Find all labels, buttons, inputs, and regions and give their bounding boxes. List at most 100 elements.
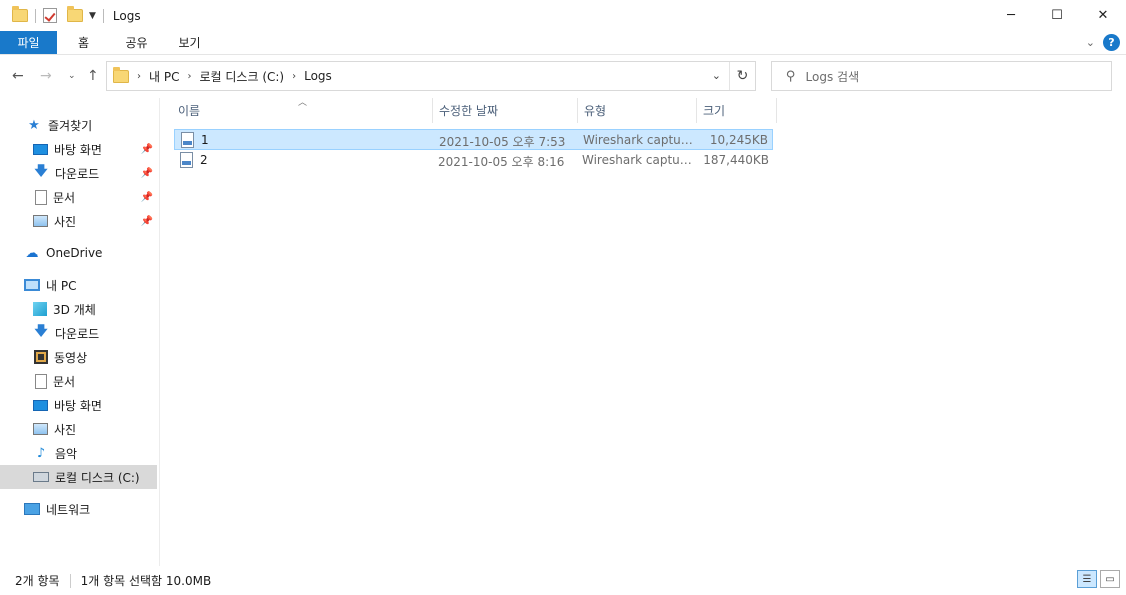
column-header-modified[interactable]: 수정한 날짜 (433, 98, 577, 123)
sidebar-item-pictures-pinned[interactable]: 사진 📌 (0, 209, 157, 233)
breadcrumb-separator-icon[interactable]: › (137, 71, 141, 82)
pin-icon: 📌 (140, 215, 153, 227)
sidebar-item-pictures[interactable]: 사진 (0, 417, 157, 441)
capture-file-icon (181, 132, 194, 148)
sidebar-item-label: OneDrive (46, 246, 103, 260)
tab-share[interactable]: 공유 (110, 31, 163, 54)
drive-icon (33, 472, 49, 482)
minimize-button[interactable]: ─ (988, 0, 1034, 31)
sidebar-item-downloads-pinned[interactable]: 🡇 다운로드 📌 (0, 161, 157, 185)
expand-ribbon-chevron-icon[interactable]: ⌄ (1086, 36, 1095, 49)
sidebar-item-network[interactable]: 네트워크 (0, 497, 157, 521)
address-history-chevron-icon[interactable]: ⌄ (712, 69, 721, 82)
sidebar-item-label: 사진 (54, 214, 77, 229)
up-arrow-icon[interactable]: ↑ (87, 68, 99, 84)
title-bar: ▼ Logs ─ ☐ ✕ (0, 0, 1126, 31)
sidebar-item-label: 문서 (53, 190, 76, 205)
search-box[interactable]: ⚲ Logs 검색 (771, 61, 1112, 91)
file-size: 187,440KB (703, 153, 769, 167)
pc-icon (24, 279, 40, 291)
new-folder-icon[interactable] (67, 6, 83, 22)
sidebar-item-onedrive[interactable]: ☁ OneDrive (0, 241, 157, 265)
breadcrumb-logs[interactable]: Logs (304, 69, 332, 83)
help-icon[interactable]: ? (1103, 34, 1120, 51)
status-bar: 2개 항목 1개 항목 선택함 10.0MB ☰ ▭ (0, 566, 1126, 595)
breadcrumb-local-disk[interactable]: 로컬 디스크 (C:) (199, 68, 284, 85)
tab-home[interactable]: 홈 (57, 31, 110, 54)
file-row[interactable]: 1 2021-10-05 오후 7:53 Wireshark capture..… (174, 129, 773, 150)
sidebar-item-label: 바탕 화면 (54, 142, 102, 157)
view-switcher: ☰ ▭ (1077, 570, 1120, 588)
sidebar-item-label: 네트워크 (46, 502, 91, 517)
maximize-button[interactable]: ☐ (1034, 0, 1080, 31)
details-view-icon[interactable]: ☰ (1077, 570, 1097, 588)
file-modified: 2021-10-05 오후 8:16 (438, 155, 565, 169)
sidebar-item-label: 바탕 화면 (54, 398, 102, 413)
back-arrow-icon[interactable]: ← (12, 68, 24, 84)
file-type: Wireshark capture... (583, 133, 695, 147)
window-controls: ─ ☐ ✕ (988, 0, 1126, 31)
recent-locations-chevron-icon[interactable]: ⌄ (68, 71, 76, 81)
tab-file[interactable]: 파일 (0, 31, 57, 54)
item-count: 2개 항목 (15, 574, 60, 588)
sidebar-item-music[interactable]: ♪ 음악 (0, 441, 157, 465)
search-placeholder: Logs 검색 (805, 69, 860, 84)
column-header-name[interactable]: 이름 (172, 98, 432, 123)
document-icon (35, 373, 47, 389)
pin-icon: 📌 (140, 191, 153, 203)
refresh-icon[interactable]: ↻ (729, 62, 755, 90)
customize-toolbar-chevron-icon[interactable]: ▼ (89, 11, 96, 21)
address-bar[interactable]: › 내 PC › 로컬 디스크 (C:) › Logs ⌄ ↻ (106, 61, 756, 91)
pane-divider[interactable] (159, 98, 160, 566)
file-name: 1 (201, 133, 209, 147)
file-row[interactable]: 2 2021-10-05 오후 8:16 Wireshark capture..… (174, 150, 773, 171)
star-icon: ★ (28, 117, 40, 133)
sidebar-item-quick-access[interactable]: ★ 즐겨찾기 (0, 113, 157, 137)
sidebar-item-documents-pinned[interactable]: 문서 📌 (0, 185, 157, 209)
breadcrumb-separator-icon[interactable]: › (292, 71, 296, 82)
sidebar-item-label: 즐겨찾기 (48, 118, 93, 133)
folder-icon[interactable] (12, 6, 28, 22)
sidebar-item-videos[interactable]: 동영상 (0, 345, 157, 369)
sidebar-item-label: 다운로드 (55, 326, 100, 341)
document-icon (35, 189, 47, 205)
navigation-pane: ★ 즐겨찾기 바탕 화면 📌 🡇 다운로드 📌 문서 📌 사진 📌 ☁ OneD… (0, 110, 160, 565)
sidebar-item-label: 문서 (53, 374, 76, 389)
breadcrumb-this-pc[interactable]: 내 PC (149, 68, 179, 85)
download-icon: 🡇 (34, 164, 48, 179)
ribbon-tabs: 파일 홈 공유 보기 ⌄ ? (0, 31, 1126, 55)
pictures-icon (33, 215, 48, 227)
pin-icon: 📌 (140, 167, 153, 179)
column-divider[interactable] (776, 98, 777, 123)
sidebar-item-label: 음악 (55, 446, 78, 461)
forward-arrow-icon[interactable]: → (40, 68, 52, 84)
sidebar-item-label: 다운로드 (55, 166, 100, 181)
sidebar-item-this-pc[interactable]: 내 PC (0, 273, 157, 297)
sidebar-item-desktop-pinned[interactable]: 바탕 화면 📌 (0, 137, 157, 161)
window-title: Logs (112, 8, 141, 23)
sidebar-item-downloads[interactable]: 🡇 다운로드 (0, 321, 157, 345)
cloud-icon: ☁ (25, 245, 39, 261)
sidebar-item-label: 동영상 (54, 350, 88, 365)
sidebar-item-documents[interactable]: 문서 (0, 369, 157, 393)
file-name: 2 (200, 153, 208, 167)
tab-view[interactable]: 보기 (163, 31, 216, 54)
search-icon: ⚲ (786, 68, 796, 84)
desktop-icon (33, 143, 48, 155)
sidebar-item-desktop[interactable]: 바탕 화면 (0, 393, 157, 417)
sidebar-item-local-disk[interactable]: 로컬 디스크 (C:) (0, 465, 157, 489)
large-icons-view-icon[interactable]: ▭ (1100, 570, 1120, 588)
sidebar-item-label: 3D 개체 (53, 302, 96, 317)
sidebar-item-3d-objects[interactable]: 3D 개체 (0, 297, 157, 321)
column-headers: ︿ 이름 수정한 날짜 유형 크기 (160, 98, 780, 123)
properties-icon[interactable] (43, 8, 57, 23)
close-button[interactable]: ✕ (1080, 0, 1126, 31)
breadcrumb-separator-icon[interactable]: › (187, 71, 191, 82)
desktop-icon (33, 399, 48, 411)
pin-icon: 📌 (140, 143, 153, 155)
column-header-size[interactable]: 크기 (697, 98, 776, 123)
file-type: Wireshark capture... (582, 153, 694, 167)
column-header-type[interactable]: 유형 (578, 98, 696, 123)
selection-info: 1개 항목 선택함 10.0MB (80, 574, 212, 588)
sidebar-item-label: 내 PC (46, 278, 77, 293)
